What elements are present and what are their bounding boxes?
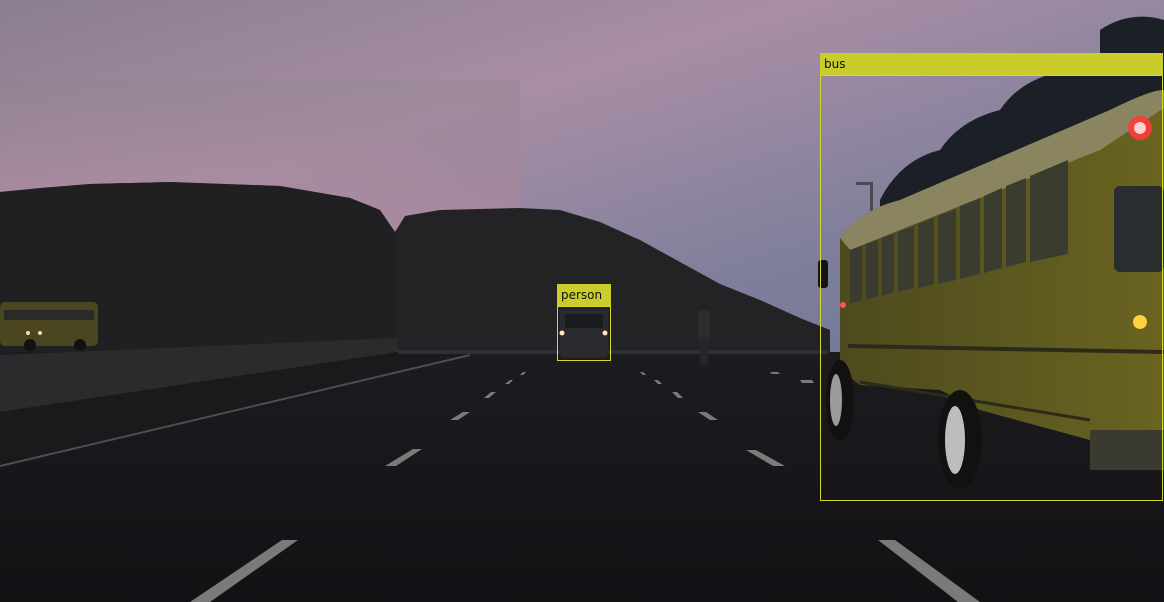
guard-rail [398, 350, 828, 354]
distant-bus [0, 302, 98, 351]
driving-scene: bus person [0, 0, 1164, 602]
bus-detection-box [820, 75, 1163, 501]
bus-detection-label: bus [820, 53, 1163, 75]
person-detection-box [557, 306, 611, 361]
person-detection-label: person [557, 284, 611, 306]
